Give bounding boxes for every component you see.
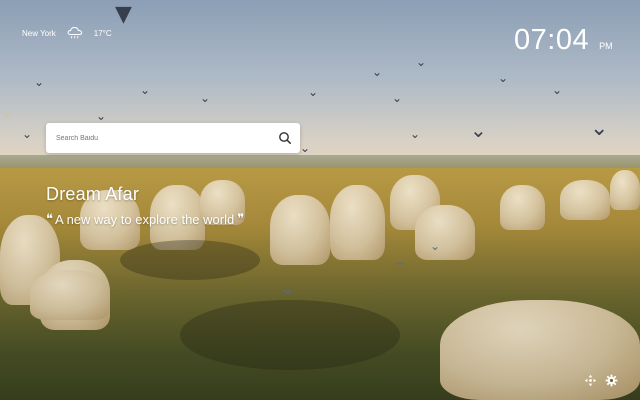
weather-city: New York [22,28,56,38]
search-input[interactable] [54,133,278,143]
bottom-toolbar [584,374,618,387]
rain-cloud-icon [67,26,82,39]
clock-time: 07:04 [514,24,590,56]
search-icon[interactable] [278,131,292,145]
clock: 07:04 PM [514,24,613,57]
search-box[interactable] [46,123,300,153]
weather-widget[interactable]: New York 17°C [22,26,112,40]
open-quote-icon: ❝ [46,212,53,227]
gear-icon[interactable] [605,374,618,387]
brand-block: Dream Afar ❝ A new way to explore the wo… [46,184,244,227]
slogan-text: A new way to explore the world [55,212,235,227]
clock-period: PM [599,41,613,51]
move-arrows-icon[interactable] [584,374,597,387]
brand-slogan: ❝ A new way to explore the world ❞ [46,212,244,227]
weather-temperature: 17°C [93,28,112,38]
close-quote-icon: ❞ [237,212,245,227]
brand-title: Dream Afar [46,184,140,204]
